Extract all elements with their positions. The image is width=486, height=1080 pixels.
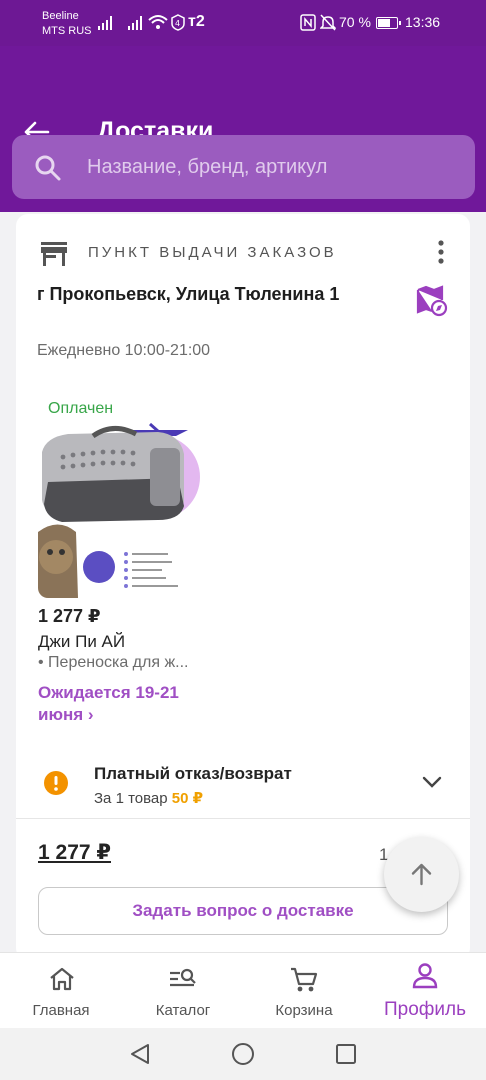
mute-icon [319,14,337,36]
status-bar: Beeline MTS RUS 4 ᴛ2 70 % 13:36 [0,0,486,46]
pickup-address: г Прокопьевск, Улица Тюленина 1 [37,284,340,304]
map-route-button[interactable] [415,284,449,318]
search-input[interactable]: Название, бренд, артикул [12,135,475,199]
more-vert-icon [438,240,444,264]
item-name: • Переноска для ж... [38,654,189,671]
system-back-icon[interactable] [128,1042,152,1066]
item-price: 1 277 ₽ [38,606,101,626]
map-compass-icon [416,285,448,317]
battery-percent: 70 % [339,14,371,30]
nav-home[interactable]: Главная [14,953,108,1029]
working-hours: Ежедневно 10:00-21:00 [37,342,211,359]
paid-refusal-title: Платный отказ/возврат [94,764,292,783]
pickup-point-label: ПУНКТ ВЫДАЧИ ЗАКАЗОВ [88,244,337,261]
battery-fill [378,19,390,27]
divider [16,818,470,819]
system-recents-icon[interactable] [334,1042,358,1066]
warning-icon [44,771,68,795]
expand-refusal-button[interactable] [421,774,443,790]
store-icon [41,242,67,266]
catalog-search-icon [170,968,196,987]
order-total: 1 277 ₽ [38,841,111,864]
carrier-labels: Beeline MTS RUS [42,9,92,39]
nav-catalog[interactable]: Каталог [136,953,230,1029]
svg-text:4: 4 [175,19,180,28]
paid-refusal-subtitle: За 1 товар 50 ₽ [94,789,203,807]
search-icon [35,155,61,181]
4g-icon: 4 [171,14,185,36]
nav-profile[interactable]: Профиль [374,953,476,1029]
nav-cart[interactable]: Корзина [257,953,351,1029]
nav-profile-label: Профиль [383,999,467,1020]
more-options-button[interactable] [430,238,452,268]
profile-icon [412,963,438,989]
carrier-1: Beeline [42,10,79,22]
clock: 13:36 [405,14,441,30]
nav-home-label: Главная [32,1002,90,1019]
expected-delivery-link[interactable]: Ожидается 19-21 июня › [38,682,208,726]
arrow-up-icon [411,863,432,886]
refusal-fee: 50 ₽ [171,790,204,807]
nfc-icon [300,14,316,36]
scroll-to-top-button[interactable] [384,837,459,912]
home-icon [50,967,74,991]
system-navigation-bar [0,1028,486,1080]
cart-icon [291,967,318,992]
signal-icon [98,14,114,30]
item-brand: Джи Пи АЙ [38,632,126,651]
ask-delivery-question-button[interactable]: Задать вопрос о доставке [38,887,448,935]
chevron-down-icon [422,776,442,788]
paid-status-badge: Оплачен [48,400,114,417]
system-home-icon[interactable] [231,1042,255,1066]
refusal-subtitle-text: За 1 товар [94,790,168,807]
nav-catalog-label: Каталог [155,1002,211,1019]
nav-cart-label: Корзина [275,1002,333,1019]
product-image[interactable]: Оплачен [38,382,200,598]
network-label: ᴛ2 [188,13,205,30]
search-placeholder: Название, бренд, артикул [87,156,328,178]
wifi-icon [148,14,168,35]
bottom-navigation: Главная Каталог Корзина Профиль [0,952,486,1028]
battery-icon [376,17,401,29]
signal-icon-2 [128,14,144,30]
carrier-2: MTS RUS [42,25,92,37]
